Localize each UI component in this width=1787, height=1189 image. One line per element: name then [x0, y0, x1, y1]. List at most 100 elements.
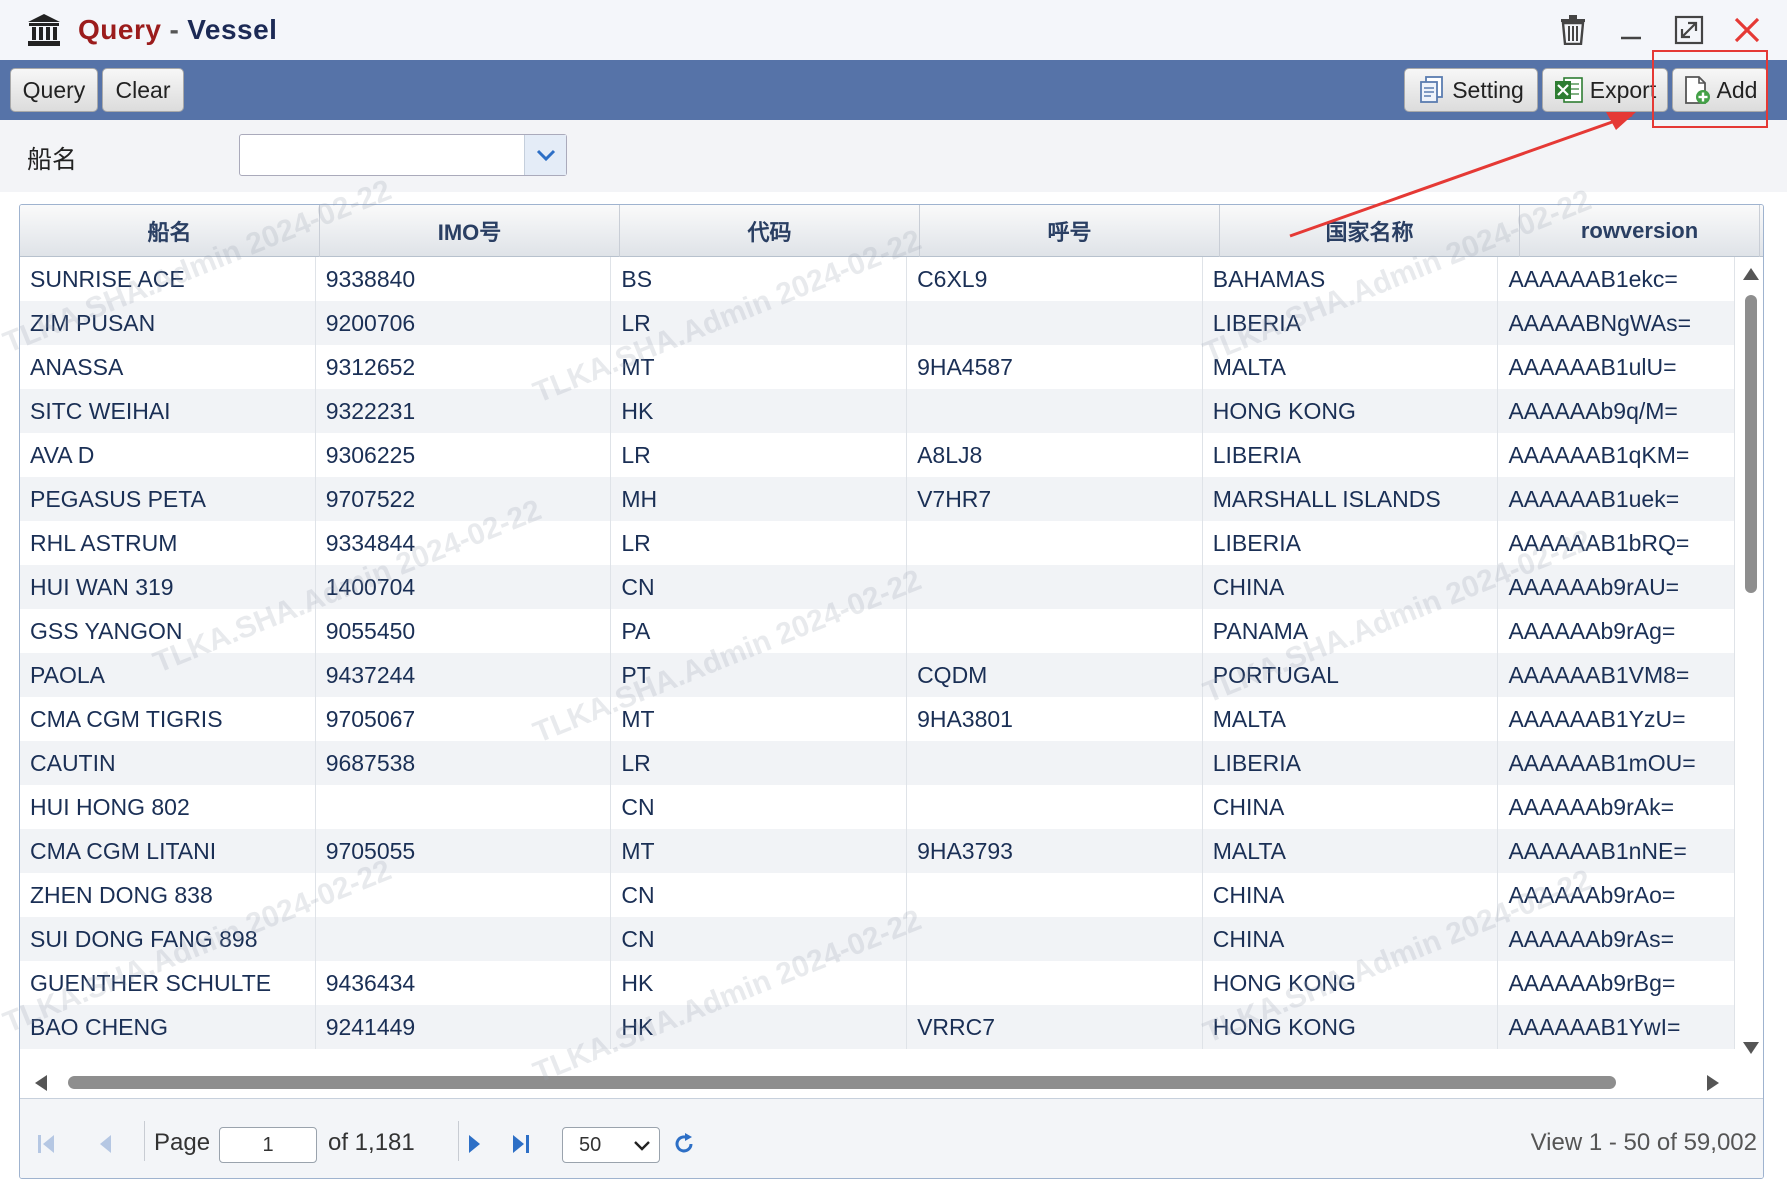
vessel-name-select[interactable] [239, 134, 567, 176]
table-cell: PANAMA [1203, 609, 1499, 653]
table-cell: SUNRISE ACE [20, 257, 316, 301]
table-cell: MALTA [1203, 345, 1499, 389]
table-cell: BS [611, 257, 908, 301]
table-cell: GSS YANGON [20, 609, 316, 653]
vessel-grid: 船名 IMO号 代码 呼号 国家名称 rowversion SUNRISE ACE 9338… [19, 204, 1764, 1179]
table-cell: 9322231 [316, 389, 612, 433]
dropdown-toggle[interactable] [524, 135, 566, 175]
query-button[interactable]: Query [10, 68, 98, 112]
table-row[interactable]: RHL ASTRUM 9334844 LR LIBERIA AAAAAAB1bRQ= [20, 521, 1735, 565]
bank-icon [28, 14, 60, 46]
first-page-icon[interactable] [36, 1132, 58, 1156]
pager-separator [144, 1121, 145, 1161]
table-row[interactable]: HUI HONG 802 CN CHINA AAAAAAb9rAk= [20, 785, 1735, 829]
scroll-left-icon[interactable] [34, 1074, 48, 1092]
table-row[interactable]: AVA D 9306225 LR A8LJ8 LIBERIA AAAAAAB1qKM= [20, 433, 1735, 477]
delete-button[interactable] [1553, 10, 1593, 50]
maximize-button[interactable] [1669, 10, 1709, 50]
close-icon [1734, 17, 1760, 43]
table-cell: 9HA4587 [907, 345, 1203, 389]
table-cell: 9707522 [316, 477, 612, 521]
refresh-icon[interactable] [672, 1132, 696, 1156]
add-button[interactable]: Add [1672, 68, 1768, 112]
table-row[interactable]: CAUTIN 9687538 LR LIBERIA AAAAAAB1mOU= [20, 741, 1735, 785]
table-cell: AAAAAAb9rAs= [1498, 917, 1735, 961]
table-cell: AAAAAAB1bRQ= [1498, 521, 1735, 565]
table-cell: AAAAAAB1ulU= [1498, 345, 1735, 389]
table-row[interactable]: CMA CGM TIGRIS 9705067 MT 9HA3801 MALTA AAAAA… [20, 697, 1735, 741]
table-row[interactable]: HUI WAN 319 1400704 CN CHINA AAAAAAb9rAU= [20, 565, 1735, 609]
next-page-icon[interactable] [466, 1132, 484, 1156]
table-row[interactable]: ZHEN DONG 838 CN CHINA AAAAAAb9rAo= [20, 873, 1735, 917]
title-bar: Query - Vessel [0, 0, 1787, 60]
table-row[interactable]: GSS YANGON 9055450 PA PANAMA AAAAAAb9rAg= [20, 609, 1735, 653]
table-cell: HUI HONG 802 [20, 785, 316, 829]
page-label: Page [154, 1129, 211, 1156]
table-cell: HONG KONG [1203, 1005, 1499, 1049]
table-row[interactable]: ZIM PUSAN 9200706 LR LIBERIA AAAAABNgWAs= [20, 301, 1735, 345]
scroll-down-icon[interactable] [1742, 1041, 1760, 1055]
table-cell: 9HA3801 [907, 697, 1203, 741]
table-cell: HONG KONG [1203, 961, 1499, 1005]
table-row[interactable]: SITC WEIHAI 9322231 HK HONG KONG AAAAAAb9q/M… [20, 389, 1735, 433]
table-row[interactable]: ANASSA 9312652 MT 9HA4587 MALTA AAAAAAB1ulU= [20, 345, 1735, 389]
minimize-button[interactable] [1611, 10, 1651, 50]
toolbar: Query Clear Setting Export Add [0, 60, 1787, 120]
table-cell: CHINA [1203, 917, 1499, 961]
column-header[interactable]: 国家名称 [1220, 205, 1520, 257]
table-cell: 9705067 [316, 697, 612, 741]
table-cell: HK [611, 961, 908, 1005]
page-size-select[interactable]: 50 [562, 1127, 660, 1163]
clear-button[interactable]: Clear [102, 68, 184, 112]
horizontal-scroll-thumb[interactable] [68, 1076, 1616, 1089]
table-cell: MT [611, 345, 908, 389]
scroll-up-icon[interactable] [1742, 267, 1760, 281]
table-row[interactable]: CMA CGM LITANI 9705055 MT 9HA3793 MALTA AAAAA… [20, 829, 1735, 873]
filter-panel: 船名 [0, 120, 1787, 192]
last-page-icon[interactable] [510, 1132, 532, 1156]
table-cell: LIBERIA [1203, 301, 1499, 345]
column-header[interactable]: 呼号 [920, 205, 1220, 257]
table-cell [907, 609, 1203, 653]
table-cell: LIBERIA [1203, 433, 1499, 477]
table-cell: SITC WEIHAI [20, 389, 316, 433]
column-header[interactable]: 代码 [620, 205, 920, 257]
page-number-input[interactable]: 1 [219, 1127, 317, 1163]
table-row[interactable]: PEGASUS PETA 9707522 MH V7HR7 MARSHALL ISLAN… [20, 477, 1735, 521]
table-cell: LIBERIA [1203, 521, 1499, 565]
trash-icon [1561, 15, 1585, 45]
excel-icon [1554, 77, 1583, 103]
table-cell: HK [611, 389, 908, 433]
vessel-name-filter-label: 船名 [27, 146, 78, 174]
column-header[interactable]: rowversion [1520, 205, 1760, 257]
table-cell: MARSHALL ISLANDS [1203, 477, 1499, 521]
table-cell [907, 565, 1203, 609]
column-header[interactable]: IMO号 [320, 205, 620, 257]
grid-header: 船名 IMO号 代码 呼号 国家名称 rowversion [20, 205, 1763, 257]
export-label: Export [1589, 76, 1657, 103]
export-button[interactable]: Export [1542, 68, 1668, 112]
table-cell: HONG KONG [1203, 389, 1499, 433]
table-row[interactable]: BAO CHENG 9241449 HK VRRC7 HONG KONG AAAAAAB1… [20, 1005, 1735, 1049]
column-header[interactable]: 船名 [20, 205, 320, 257]
table-cell: 9338840 [316, 257, 612, 301]
vertical-scroll-thumb[interactable] [1745, 295, 1757, 593]
table-cell: CAUTIN [20, 741, 316, 785]
previous-page-icon[interactable] [96, 1132, 114, 1156]
table-cell: AAAAAAB1nNE= [1498, 829, 1735, 873]
scroll-right-icon[interactable] [1706, 1074, 1720, 1092]
vertical-scrollbar[interactable] [1738, 257, 1763, 1067]
close-button[interactable] [1727, 10, 1767, 50]
table-cell: ZIM PUSAN [20, 301, 316, 345]
setting-label: Setting [1452, 76, 1524, 103]
table-row[interactable]: SUI DONG FANG 898 CN CHINA AAAAAAb9rAs= [20, 917, 1735, 961]
horizontal-scrollbar[interactable] [20, 1067, 1763, 1097]
table-row[interactable]: GUENTHER SCHULTE 9436434 HK HONG KONG AAAAAA… [20, 961, 1735, 1005]
table-row[interactable]: SUNRISE ACE 9338840 BS C6XL9 BAHAMAS AAAAAAB1… [20, 257, 1735, 301]
setting-button[interactable]: Setting [1404, 68, 1538, 112]
table-cell: 9705055 [316, 829, 612, 873]
table-cell [316, 873, 612, 917]
table-cell: BAHAMAS [1203, 257, 1499, 301]
title-query: Query [78, 14, 162, 45]
table-row[interactable]: PAOLA 9437244 PT CQDM PORTUGAL AAAAAAB1VM8= [20, 653, 1735, 697]
